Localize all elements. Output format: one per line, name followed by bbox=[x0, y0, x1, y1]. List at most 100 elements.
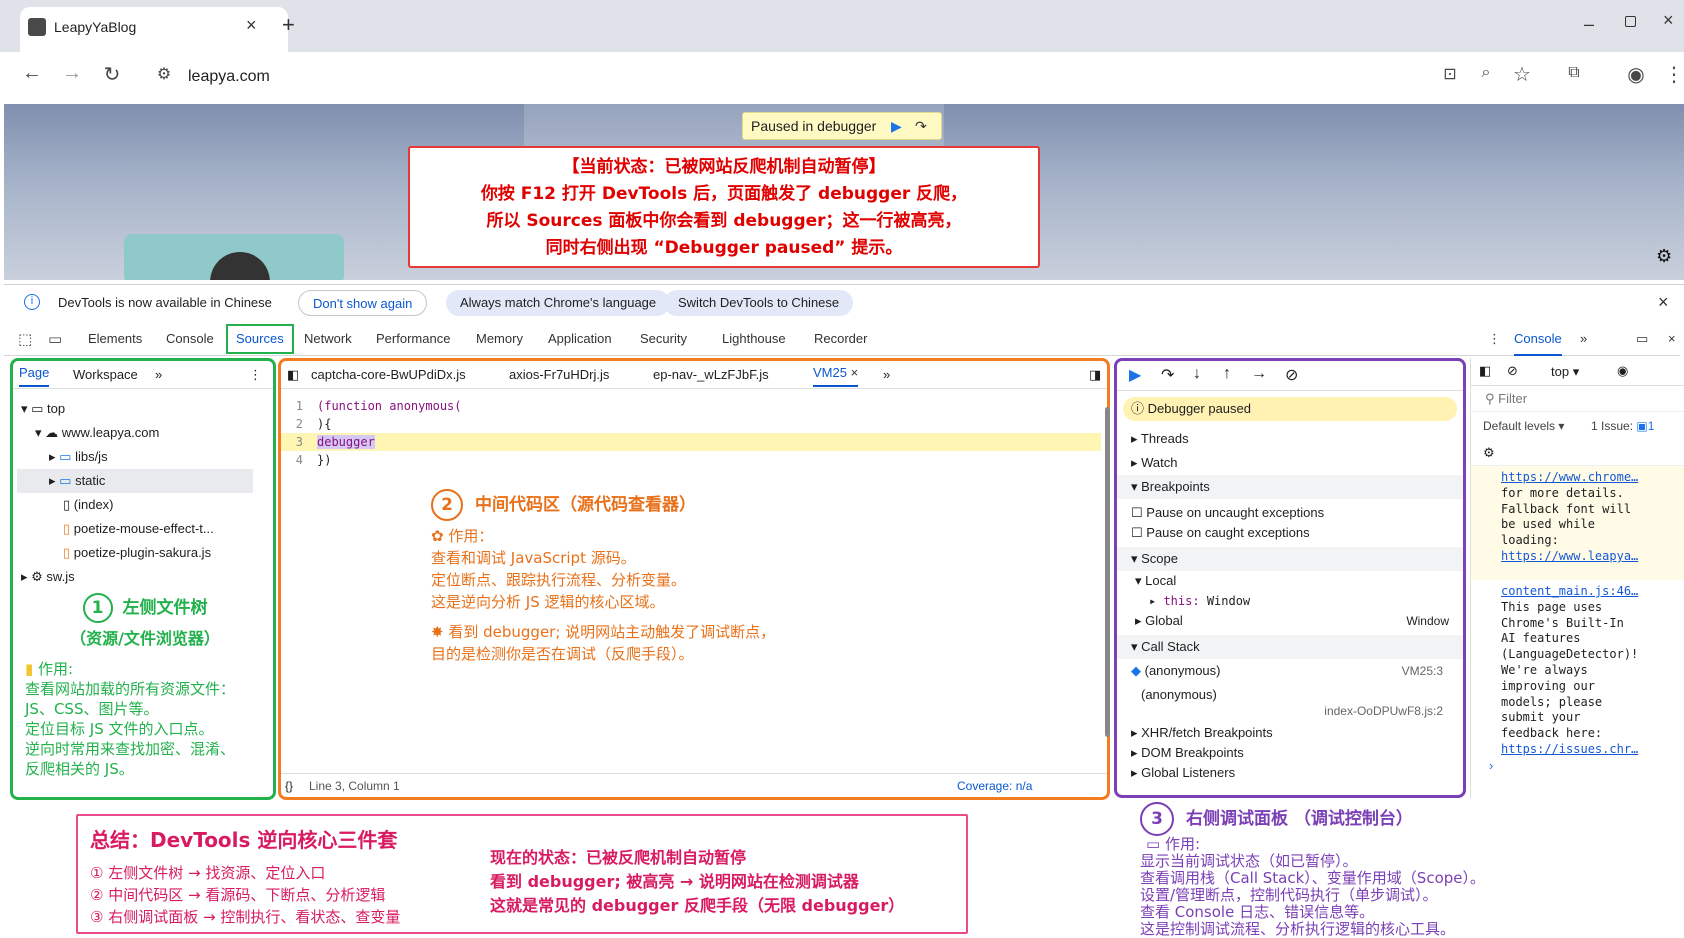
tab-memory[interactable]: Memory bbox=[476, 322, 523, 356]
console-link[interactable]: https://www.chrome… bbox=[1501, 470, 1684, 486]
context-select[interactable]: top ▾ bbox=[1551, 364, 1579, 380]
breakpoints-section[interactable]: ▾ Breakpoints bbox=[1117, 475, 1463, 499]
left-annot-subtitle: （资源/文件浏览器） bbox=[70, 629, 220, 648]
tab-workspace[interactable]: Workspace bbox=[73, 361, 138, 389]
tab-network[interactable]: Network bbox=[304, 322, 352, 356]
dom-breakpoints-section[interactable]: ▸ DOM Breakpoints bbox=[1117, 743, 1463, 763]
devtools-close-icon[interactable]: × bbox=[1668, 322, 1676, 356]
tab-close-icon[interactable]: × bbox=[246, 15, 257, 36]
callstack-frame[interactable]: (anonymous) index-OoDPUwF8.js:2 bbox=[1117, 683, 1463, 723]
editor-scrollbar[interactable] bbox=[1105, 407, 1110, 737]
scope-local[interactable]: ▾ Local bbox=[1117, 571, 1463, 591]
tree-item-top[interactable]: ▾ ▭ top bbox=[21, 397, 65, 421]
code-area[interactable]: 1 (function anonymous( 2){ 3 debugger 4}) bbox=[281, 389, 1107, 467]
pause-uncaught-checkbox[interactable]: ☐ Pause on uncaught exceptions bbox=[1117, 503, 1463, 523]
step-into-icon[interactable]: ↓ bbox=[1193, 365, 1201, 383]
callstack-frame-active[interactable]: ◆ (anonymous) VM25:3 bbox=[1117, 659, 1463, 683]
install-app-icon[interactable]: ⊡ bbox=[1436, 64, 1464, 84]
navigator-menu-icon[interactable]: ⋮ bbox=[249, 361, 262, 389]
global-listeners-section[interactable]: ▸ Global Listeners bbox=[1117, 763, 1463, 783]
console-link[interactable]: content_main.js:46… bbox=[1501, 584, 1684, 600]
tab-sources[interactable]: Sources bbox=[226, 324, 294, 354]
editor-tab[interactable]: captcha-core-BwUPdiDx.js bbox=[311, 361, 466, 389]
editor-tab[interactable]: ep-nav-_wLzFJbF.js bbox=[653, 361, 769, 389]
zoom-icon[interactable]: ⌕ bbox=[1472, 64, 1500, 82]
switch-chinese-button[interactable]: Switch DevTools to Chinese bbox=[664, 290, 854, 316]
tree-item-mouse-effect[interactable]: ▯ poetize-mouse-effect-t... bbox=[63, 517, 214, 541]
step-over-icon[interactable]: ↷ bbox=[1161, 365, 1174, 385]
console-prompt-icon[interactable]: › bbox=[1471, 758, 1684, 773]
tab-page[interactable]: Page bbox=[19, 361, 50, 387]
minimize-icon[interactable]: – bbox=[1584, 14, 1594, 35]
tab-application[interactable]: Application bbox=[548, 322, 612, 356]
coverage-link[interactable]: Coverage: n/a bbox=[957, 774, 1032, 798]
tree-item-static[interactable]: ▸ ▭ static bbox=[17, 469, 253, 493]
close-window-icon[interactable]: × bbox=[1663, 10, 1674, 31]
pause-caught-checkbox[interactable]: ☐ Pause on caught exceptions bbox=[1117, 523, 1463, 543]
forward-icon[interactable]: → bbox=[58, 62, 86, 85]
format-icon[interactable]: {} bbox=[285, 774, 293, 798]
scope-global[interactable]: ▸ Global Window bbox=[1117, 611, 1463, 631]
xhr-breakpoints-section[interactable]: ▸ XHR/fetch Breakpoints bbox=[1117, 723, 1463, 743]
deactivate-breakpoints-icon[interactable]: ⊘ bbox=[1285, 365, 1298, 385]
step-out-icon[interactable]: ↑ bbox=[1223, 365, 1231, 383]
url-text[interactable]: leapya.com bbox=[188, 68, 270, 86]
toggle-debugger-icon[interactable]: ◨ bbox=[1089, 361, 1101, 389]
dock-side-icon[interactable]: ▭ bbox=[1636, 322, 1648, 356]
profile-icon[interactable]: ◉ bbox=[1622, 62, 1650, 87]
tree-item-domain[interactable]: ▾ ☁ www.leapya.com bbox=[35, 421, 159, 445]
toggle-navigator-icon[interactable]: ◧ bbox=[287, 361, 299, 389]
extensions-icon[interactable]: ⧉ bbox=[1560, 64, 1588, 82]
tab-lighthouse[interactable]: Lighthouse bbox=[722, 322, 786, 356]
more-icon[interactable]: » bbox=[155, 361, 162, 389]
restore-icon[interactable] bbox=[1625, 16, 1636, 27]
tree-item-libs[interactable]: ▸ ▭ libs/js bbox=[49, 445, 108, 469]
issues-link[interactable]: 1 Issue: ▣1 bbox=[1591, 412, 1654, 440]
new-tab-icon[interactable]: + bbox=[282, 12, 295, 38]
editor-tab-active[interactable]: VM25 × bbox=[813, 361, 859, 387]
watch-section[interactable]: ▸ Watch bbox=[1117, 451, 1463, 475]
tab-performance[interactable]: Performance bbox=[376, 322, 450, 356]
browser-tab[interactable]: LeapyYaBlog × bbox=[20, 7, 288, 52]
console-link[interactable]: https://www.leapya… bbox=[1501, 549, 1684, 565]
callstack-section[interactable]: ▾ Call Stack bbox=[1117, 635, 1463, 659]
tree-item-index[interactable]: ▯ (index) bbox=[63, 493, 114, 517]
tab-elements[interactable]: Elements bbox=[88, 322, 142, 356]
step-over-icon[interactable]: ↷ bbox=[915, 113, 927, 139]
editor-tab[interactable]: axios-Fr7uHDrj.js bbox=[509, 361, 609, 389]
more-tabs-icon[interactable]: » bbox=[883, 361, 890, 389]
tab-security[interactable]: Security bbox=[640, 322, 687, 356]
levels-dropdown[interactable]: Default levels ▾ bbox=[1483, 412, 1564, 440]
drawer-tab-console[interactable]: Console bbox=[1514, 322, 1562, 356]
scope-this[interactable]: ▸ this: Window bbox=[1117, 591, 1463, 611]
back-icon[interactable]: ← bbox=[18, 62, 46, 85]
tab-recorder[interactable]: Recorder bbox=[814, 322, 867, 356]
console-filter[interactable]: ⚲ Filter bbox=[1471, 386, 1684, 412]
console-link[interactable]: https://issues.chr… bbox=[1501, 742, 1684, 758]
resume-icon[interactable]: ▶ bbox=[1129, 365, 1141, 385]
reload-icon[interactable]: ↻ bbox=[98, 62, 126, 87]
more-tabs-icon[interactable]: » bbox=[1580, 322, 1587, 356]
scope-section[interactable]: ▾ Scope bbox=[1117, 547, 1463, 571]
match-language-button[interactable]: Always match Chrome's language bbox=[446, 290, 671, 316]
device-toolbar-icon[interactable]: ▭ bbox=[48, 330, 62, 348]
resume-icon[interactable]: ▶ bbox=[891, 113, 902, 139]
infobar-close-icon[interactable]: × bbox=[1658, 292, 1669, 313]
tree-item-sw[interactable]: ▸ ⚙ sw.js bbox=[21, 565, 75, 589]
console-settings-icon[interactable]: ⚙ bbox=[1471, 440, 1684, 466]
threads-section[interactable]: ▸ Threads bbox=[1117, 427, 1463, 451]
tab-close-icon[interactable]: × bbox=[851, 365, 859, 380]
inspect-element-icon[interactable]: ⬚ bbox=[18, 330, 32, 348]
menu-kebab-icon[interactable]: ⋮ bbox=[1660, 62, 1684, 87]
page-settings-gear-icon[interactable]: ⚙ bbox=[1656, 246, 1672, 267]
site-settings-icon[interactable]: ⚙ bbox=[150, 64, 178, 84]
dont-show-again-button[interactable]: Don't show again bbox=[298, 290, 428, 316]
live-expression-icon[interactable]: ◉ bbox=[1617, 363, 1628, 379]
sidebar-toggle-icon[interactable]: ◧ bbox=[1479, 363, 1491, 379]
step-icon[interactable]: → bbox=[1251, 365, 1267, 383]
tab-console[interactable]: Console bbox=[166, 322, 214, 356]
drawer-kebab-icon[interactable]: ⋮ bbox=[1488, 322, 1501, 356]
bookmark-star-icon[interactable]: ☆ bbox=[1508, 62, 1536, 87]
clear-console-icon[interactable]: ⊘ bbox=[1507, 363, 1518, 379]
tree-item-sakura[interactable]: ▯ poetize-plugin-sakura.js bbox=[63, 541, 211, 565]
